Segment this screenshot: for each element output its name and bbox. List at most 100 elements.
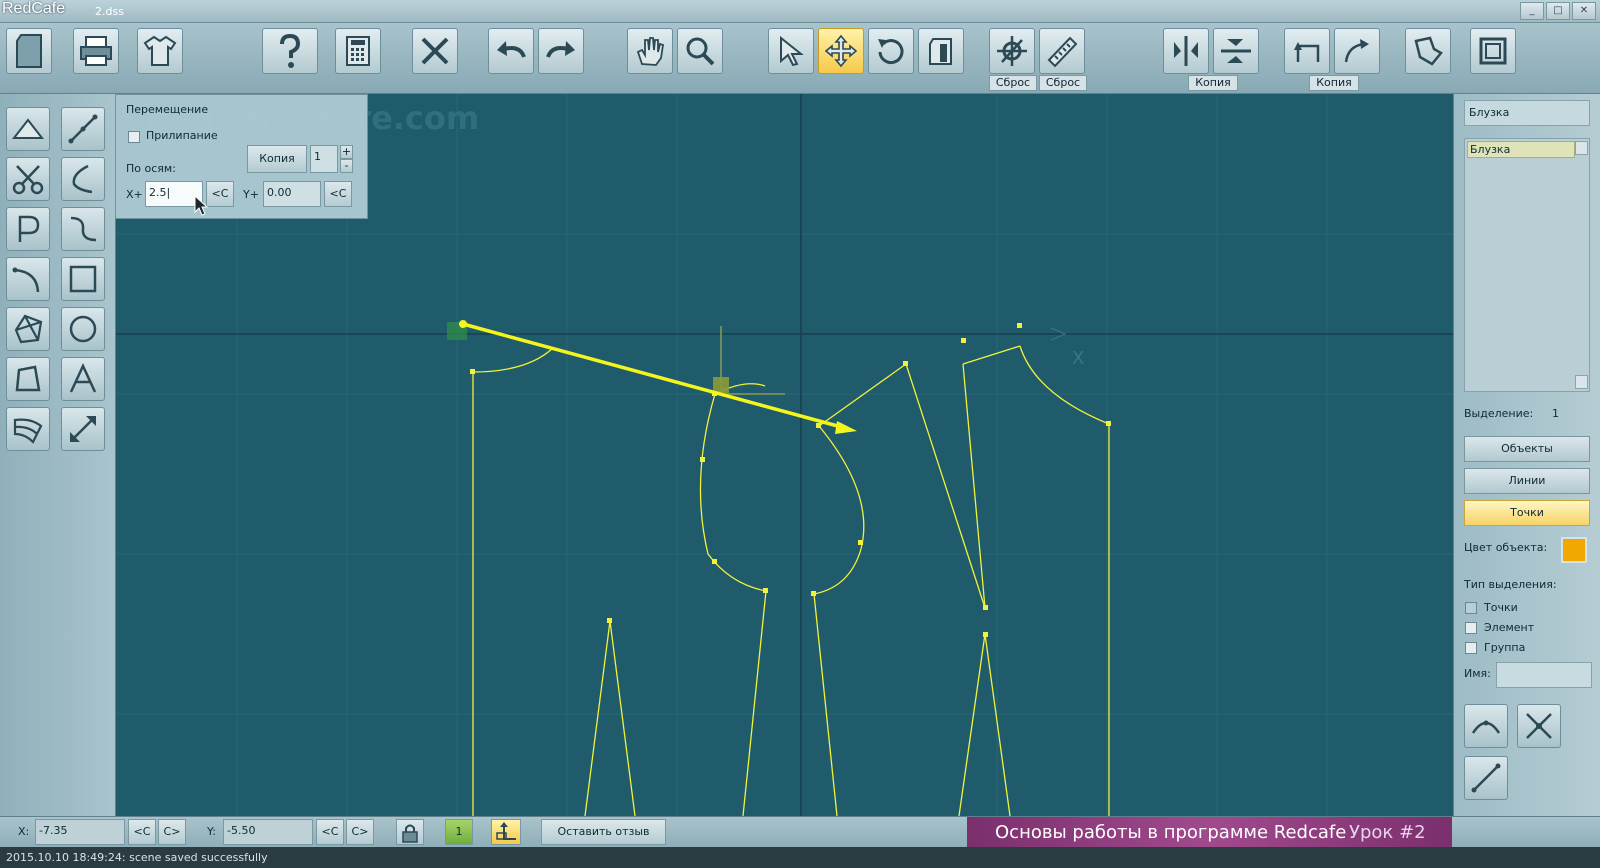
arc-tool-button[interactable] — [6, 257, 50, 301]
x-next-button[interactable]: C> — [158, 819, 186, 845]
main-toolbar: Сброс Сброс Копия Копия — [0, 23, 1600, 94]
move-arrows-icon — [824, 34, 858, 68]
rotate-right-button[interactable] — [1334, 28, 1380, 74]
list-scroll-up[interactable] — [1575, 141, 1588, 155]
measure-tool-button[interactable] — [61, 407, 105, 451]
redo-icon — [546, 41, 575, 58]
curve-icon — [70, 216, 97, 242]
snap-label: Прилипание — [146, 129, 218, 142]
angle-tool-button[interactable] — [61, 157, 105, 201]
copy-count-decrement[interactable]: - — [340, 159, 353, 173]
x-offset-label: X+ — [126, 188, 143, 201]
object-color-swatch[interactable] — [1561, 537, 1587, 563]
right-properties-panel: Блузка Блузка Выделение: 1 Объекты Линии… — [1453, 94, 1600, 816]
merge-points-button[interactable] — [1517, 704, 1561, 748]
mirror-vertical-button[interactable] — [1163, 28, 1209, 74]
maximize-button[interactable]: □ — [1546, 2, 1570, 20]
list-scroll-down[interactable] — [1575, 375, 1588, 389]
move-button[interactable] — [818, 28, 864, 74]
name-input[interactable] — [1496, 662, 1592, 688]
contour-tool-button[interactable] — [6, 357, 50, 401]
new-pattern-button[interactable] — [6, 28, 52, 74]
list-item[interactable]: Блузка — [1467, 141, 1575, 158]
rotate-left-button[interactable] — [1284, 28, 1330, 74]
objects-list[interactable]: Блузка — [1464, 138, 1590, 392]
mirror-horizontal-button[interactable] — [1213, 28, 1259, 74]
point-tool-button[interactable] — [6, 207, 50, 251]
triangle-tool-button[interactable] — [6, 107, 50, 151]
lines-button[interactable]: Линии — [1464, 468, 1590, 494]
garment-button[interactable] — [137, 28, 183, 74]
fan-tool-button[interactable] — [6, 407, 50, 451]
rotate-right-icon — [1344, 39, 1369, 63]
lock-button[interactable] — [396, 819, 424, 845]
y-offset-c-button[interactable]: <C — [324, 181, 352, 207]
line-tool-button[interactable] — [61, 107, 105, 151]
log-bar: 2015.10.10 18:49:24: scene saved success… — [0, 847, 1600, 868]
direction-arrow — [459, 320, 857, 434]
type-element-label: Элемент — [1484, 621, 1535, 634]
rotate-icon — [878, 39, 904, 65]
selection-label: Выделение: — [1464, 407, 1534, 420]
y-prev-button[interactable]: <C — [316, 819, 344, 845]
cursor-arrow-icon — [780, 35, 804, 67]
object-color-label: Цвет объекта: — [1464, 541, 1548, 554]
type-element-checkbox[interactable] — [1465, 622, 1477, 634]
type-group-label: Группа — [1484, 641, 1526, 654]
zoom-button[interactable] — [677, 28, 723, 74]
frame-button[interactable] — [1470, 28, 1516, 74]
reset-compass-button[interactable] — [989, 28, 1035, 74]
banner-lesson: Урок #2 — [1349, 822, 1426, 843]
layer-indicator[interactable]: 1 — [445, 819, 473, 845]
points-button[interactable]: Точки — [1464, 500, 1590, 526]
redo-button[interactable] — [538, 28, 584, 74]
cursor-y-value: -5.50 — [223, 819, 313, 845]
merge-points-icon — [1526, 713, 1552, 739]
polygon-cross-tool-button[interactable] — [6, 307, 50, 351]
help-button[interactable] — [262, 28, 318, 74]
select-button[interactable] — [768, 28, 814, 74]
sheet-icon — [16, 34, 42, 68]
copy-count-field[interactable]: 1 — [310, 145, 338, 173]
type-group-checkbox[interactable] — [1465, 642, 1477, 654]
copy-button[interactable]: Копия — [247, 145, 307, 173]
lesson-banner: Основы работы в программе Redcafe Урок #… — [967, 817, 1452, 848]
y-offset-input[interactable]: 0.00 — [263, 181, 321, 207]
ruler-icon — [1047, 36, 1078, 68]
minimize-button[interactable]: _ — [1520, 2, 1544, 20]
snap-checkbox[interactable] — [128, 131, 140, 143]
feedback-button[interactable]: Оставить отзыв — [541, 819, 666, 845]
type-points-checkbox[interactable] — [1465, 602, 1477, 614]
cursor-y-label: Y: — [207, 825, 216, 838]
pan-button[interactable] — [627, 28, 673, 74]
print-button[interactable] — [73, 28, 119, 74]
cut-tool-button[interactable] — [6, 157, 50, 201]
close-window-button[interactable]: ✕ — [1572, 2, 1596, 20]
letter-a-icon — [69, 363, 97, 393]
x-prev-button[interactable]: <C — [128, 819, 156, 845]
rectangle-tool-button[interactable] — [61, 257, 105, 301]
curve-tool-button[interactable] — [61, 207, 105, 251]
text-tool-button[interactable] — [61, 357, 105, 401]
copy-count-increment[interactable]: + — [340, 145, 353, 159]
type-points-label: Точки — [1484, 601, 1518, 614]
objects-button[interactable]: Объекты — [1464, 436, 1590, 462]
reset-ruler-button[interactable] — [1039, 28, 1085, 74]
calculator-icon — [346, 36, 370, 66]
y-next-button[interactable]: C> — [346, 819, 374, 845]
app-name: RedCafe — [2, 0, 66, 17]
axes-icon — [496, 822, 516, 840]
curve-smooth-button[interactable] — [1464, 704, 1508, 748]
mirror-button[interactable] — [918, 28, 964, 74]
rotate-button[interactable] — [868, 28, 914, 74]
undo-button[interactable] — [488, 28, 534, 74]
pattern-points[interactable] — [470, 323, 1111, 637]
axes-toggle-button[interactable] — [491, 819, 521, 845]
delete-button[interactable] — [412, 28, 458, 74]
straight-line-button[interactable] — [1464, 756, 1508, 800]
left-tool-panel — [0, 94, 116, 816]
circle-tool-button[interactable] — [61, 307, 105, 351]
pattern-lines[interactable] — [472, 345, 1110, 816]
shape-edit-button[interactable] — [1405, 28, 1451, 74]
calculator-button[interactable] — [335, 28, 381, 74]
